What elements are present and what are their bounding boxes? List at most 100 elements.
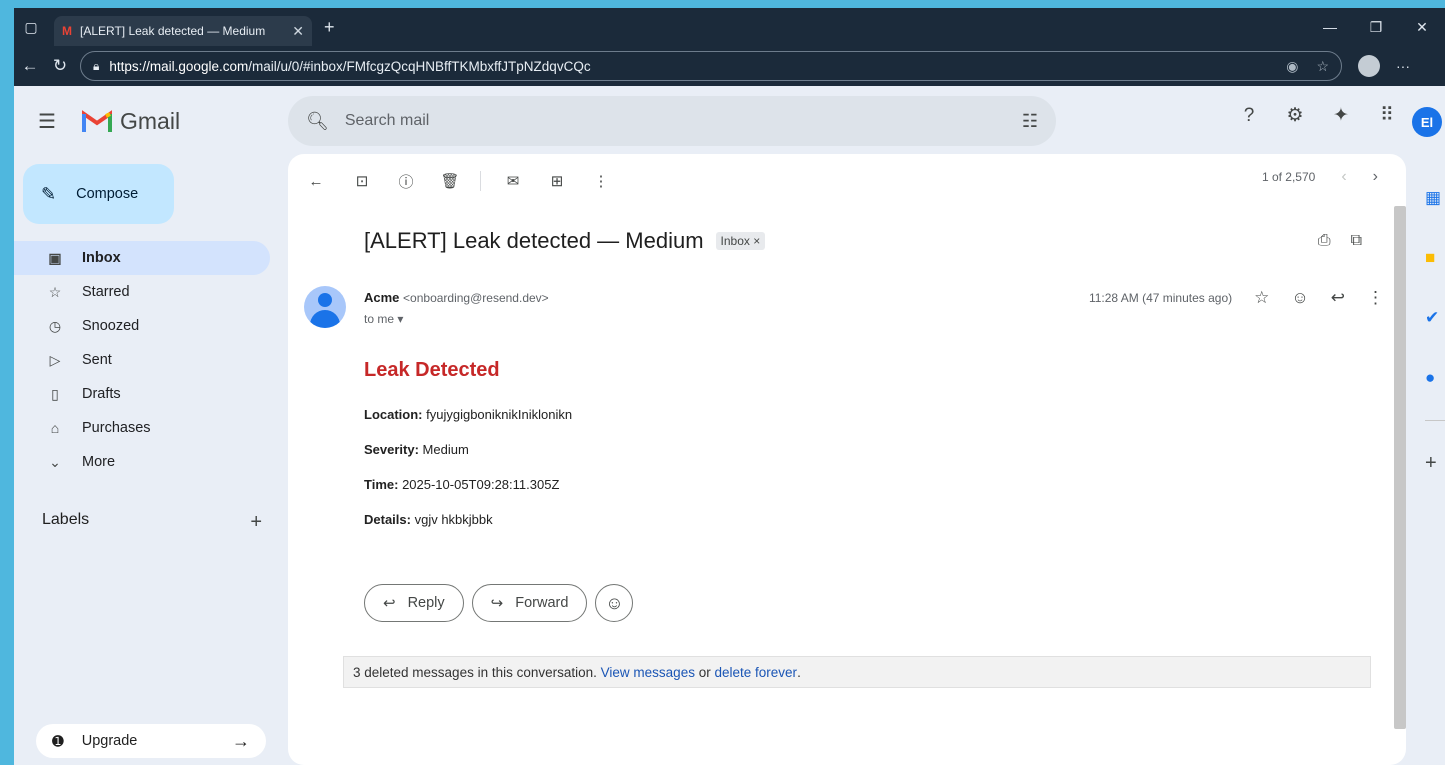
scrollbar[interactable]: [1394, 206, 1406, 729]
open-new-window-icon[interactable]: ⧉: [1351, 232, 1362, 250]
gmail-m-icon: [82, 110, 112, 132]
previous-icon[interactable]: ‹: [1341, 168, 1346, 186]
sidebar-item-drafts[interactable]: ▯ Drafts: [14, 377, 270, 411]
minimize-icon[interactable]: —: [1307, 19, 1353, 35]
get-addons-icon[interactable]: +: [1417, 433, 1445, 493]
site-info-icon[interactable]: 🔒︎: [93, 59, 99, 74]
message-actions: ↩ Reply ↪ Forward ☺: [364, 584, 634, 622]
forward-button[interactable]: ↪ Forward: [471, 584, 588, 622]
reply-icon[interactable]: ↩: [1331, 288, 1345, 308]
tab-bar: ▢ M [ALERT] Leak detected — Medium ✕ + —…: [14, 8, 1445, 46]
compose-label: Compose: [76, 186, 139, 202]
more-options-icon[interactable]: ⋮: [589, 172, 613, 190]
message-meta: 11:28 AM (47 minutes ago) ☆ ☺ ↩ ⋮: [1089, 288, 1384, 308]
next-icon[interactable]: ›: [1373, 168, 1378, 186]
search-icon[interactable]: 🔍︎: [306, 111, 329, 132]
browser-tab[interactable]: M [ALERT] Leak detected — Medium ✕: [54, 16, 312, 46]
message-more-icon[interactable]: ⋮: [1367, 288, 1384, 308]
labels-heading: Labels: [42, 511, 90, 528]
field-details: Details: vgjv hkbkjbbk: [364, 512, 493, 527]
labels-section: Labels +: [42, 511, 262, 534]
sidebar-item-more[interactable]: ⌄ More: [14, 445, 270, 479]
pencil-icon: ✎: [41, 183, 57, 204]
favorite-star-icon[interactable]: ☆: [1316, 58, 1329, 75]
mark-unread-icon[interactable]: ✉: [501, 172, 525, 190]
search-bar[interactable]: 🔍︎ Search mail ☷: [288, 96, 1056, 146]
browser-window: ▢ M [ALERT] Leak detected — Medium ✕ + —…: [14, 8, 1445, 765]
window-menu-icon[interactable]: ▢: [14, 19, 48, 36]
sidebar-item-snoozed[interactable]: ◷ Snoozed: [14, 309, 270, 343]
new-tab-icon[interactable]: +: [324, 17, 335, 38]
delete-forever-link[interactable]: delete forever: [715, 665, 798, 680]
sidebar-nav: ▣ Inbox ☆ Starred ◷ Snoozed ▷ Sent ▯ Dra…: [14, 241, 286, 479]
eye-icon[interactable]: ◉: [1286, 58, 1298, 75]
email-heading: Leak Detected: [364, 359, 500, 381]
header-icons: ? ⚙ ✦ ⠿: [1226, 104, 1410, 127]
arrow-right-icon: →: [232, 730, 250, 751]
back-to-inbox-icon[interactable]: ←: [304, 173, 328, 190]
side-panel-rail: ▦ ■ ✔ ● +: [1417, 168, 1445, 493]
sidebar-item-inbox[interactable]: ▣ Inbox: [14, 241, 270, 275]
add-label-icon[interactable]: +: [250, 511, 262, 534]
help-icon[interactable]: ?: [1226, 105, 1272, 127]
move-to-icon[interactable]: ⊞: [545, 172, 569, 190]
settings-gear-icon[interactable]: ⚙: [1272, 104, 1318, 127]
gemini-sparkle-icon[interactable]: ✦: [1318, 104, 1364, 127]
recipient-details[interactable]: to me ▾: [364, 312, 403, 326]
archive-icon[interactable]: ⊡: [350, 172, 374, 190]
gmail-favicon-icon: M: [62, 24, 72, 38]
back-icon[interactable]: ←: [16, 56, 44, 76]
keep-icon[interactable]: ■: [1417, 228, 1445, 288]
close-window-icon[interactable]: ✕: [1399, 19, 1445, 36]
profile-avatar[interactable]: [1358, 55, 1380, 77]
tasks-icon[interactable]: ✔: [1417, 288, 1445, 348]
apps-grid-icon[interactable]: ⠿: [1364, 104, 1410, 127]
print-icon[interactable]: ⎙: [1318, 232, 1331, 250]
email-subject: [ALERT] Leak detected — Medium: [364, 228, 704, 253]
upgrade-info-icon: ➊: [52, 732, 64, 749]
calendar-icon[interactable]: ▦: [1417, 168, 1445, 228]
send-icon: ▷: [49, 351, 61, 368]
emoji-react-icon[interactable]: ☺: [1291, 288, 1308, 308]
field-severity: Severity: Medium: [364, 442, 469, 457]
inbox-icon: ▣: [48, 249, 62, 266]
sender-email: <onboarding@resend.dev>: [403, 291, 549, 305]
gmail-logo[interactable]: Gmail: [82, 108, 180, 135]
rail-divider: [1425, 420, 1445, 421]
url-field[interactable]: 🔒︎ https://mail.google.com/mail/u/0/#inb…: [80, 51, 1342, 81]
bag-icon: ⌂: [50, 420, 60, 436]
search-input[interactable]: Search mail: [345, 112, 1022, 130]
deleted-messages-notice: 3 deleted messages in this conversation.…: [343, 656, 1371, 688]
field-location: Location: fyujygigboniknikIniklonikn: [364, 407, 573, 422]
sidebar-item-purchases[interactable]: ⌂ Purchases: [14, 411, 270, 445]
upgrade-button[interactable]: ➊ Upgrade →: [36, 724, 266, 758]
address-bar-row: ← ↻ 🔒︎ https://mail.google.com/mail/u/0/…: [14, 46, 1445, 86]
report-spam-icon[interactable]: ⓘ: [394, 171, 418, 192]
compose-button[interactable]: ✎ Compose: [23, 164, 174, 224]
emoji-reaction-button[interactable]: ☺: [595, 584, 634, 622]
account-avatar[interactable]: El: [1412, 107, 1442, 137]
browser-menu-icon[interactable]: ···: [1396, 58, 1410, 74]
search-options-icon[interactable]: ☷: [1022, 111, 1038, 132]
reply-button[interactable]: ↩ Reply: [364, 584, 464, 622]
close-tab-icon[interactable]: ✕: [292, 23, 304, 40]
pager-count: 1 of 2,570: [1261, 170, 1316, 184]
contacts-icon[interactable]: ●: [1417, 348, 1445, 408]
view-messages-link[interactable]: View messages: [601, 665, 695, 680]
main-menu-icon[interactable]: ☰: [38, 109, 68, 134]
sender-line: Acme <onboarding@resend.dev>: [364, 290, 549, 305]
sidebar-item-sent[interactable]: ▷ Sent: [14, 343, 270, 377]
subject-actions: ⎙ ⧉: [1298, 232, 1362, 250]
sender-avatar: [304, 286, 346, 328]
delete-icon[interactable]: 🗑︎: [438, 172, 462, 190]
sidebar-item-starred[interactable]: ☆ Starred: [14, 275, 270, 309]
chevron-down-icon: ⌄: [49, 453, 61, 470]
restore-icon[interactable]: ❐: [1353, 19, 1399, 36]
pager: 1 of 2,570 ‹ ›: [1262, 168, 1378, 186]
inbox-label-chip[interactable]: Inbox ×: [715, 232, 766, 250]
toolbar-divider: [480, 171, 481, 191]
field-time: Time: 2025-10-05T09:28:11.305Z: [364, 477, 560, 492]
refresh-icon[interactable]: ↻: [46, 56, 74, 76]
star-toggle-icon[interactable]: ☆: [1254, 288, 1269, 308]
clock-icon: ◷: [48, 317, 62, 334]
